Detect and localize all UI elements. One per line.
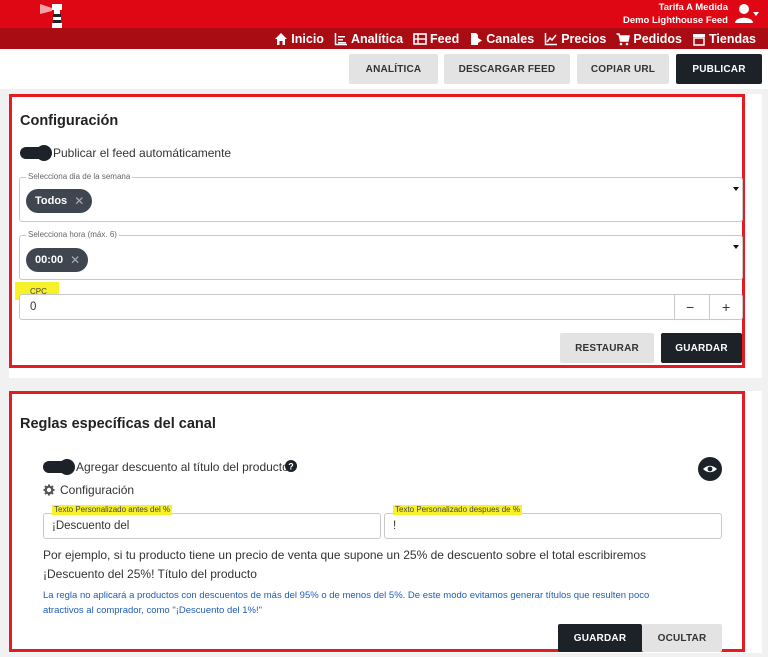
gear-icon bbox=[43, 484, 55, 496]
cpc-value: 0 bbox=[30, 301, 37, 313]
chevron-down-icon[interactable] bbox=[733, 245, 739, 249]
nav-label: Canales bbox=[486, 31, 535, 46]
copy-url-button[interactable]: COPIAR URL bbox=[577, 54, 669, 84]
rule-note-line: La regla no aplicará a productos con des… bbox=[43, 590, 650, 601]
highlight-box bbox=[9, 94, 745, 368]
nav-analitica[interactable]: Analítica bbox=[334, 32, 403, 46]
save-config-button[interactable]: GUARDAR bbox=[661, 333, 742, 363]
hide-button[interactable]: OCULTAR bbox=[642, 624, 722, 652]
analitica-button[interactable]: ANALÍTICA bbox=[349, 54, 438, 84]
nav-label: Pedidos bbox=[633, 31, 682, 46]
feed-icon bbox=[413, 32, 427, 45]
chip-remove-icon[interactable]: ✕ bbox=[70, 253, 80, 267]
download-feed-button[interactable]: DESCARGAR FEED bbox=[444, 54, 570, 84]
account-company: Tarifa A Medida bbox=[658, 2, 728, 13]
home-icon bbox=[275, 32, 288, 45]
rules-config-label: Configuración bbox=[60, 483, 135, 497]
discount-label: Agregar descuento al título del producto bbox=[76, 460, 289, 474]
nav-label: Analítica bbox=[350, 31, 404, 46]
nav-label: Precios bbox=[561, 31, 607, 46]
before-text-value: ¡Descuento del bbox=[52, 520, 130, 532]
help-icon[interactable]: ? bbox=[285, 460, 297, 472]
discount-toggle[interactable] bbox=[43, 459, 75, 475]
rules-title: Reglas específicas del canal bbox=[20, 416, 216, 432]
cpc-field[interactable]: CPC 0 − + bbox=[19, 287, 743, 320]
restore-button[interactable]: RESTAURAR bbox=[560, 333, 654, 363]
day-select-label: Selecciona dia de la semana bbox=[26, 172, 133, 182]
autopublish-toggle[interactable] bbox=[20, 145, 52, 161]
svg-text:?: ? bbox=[288, 461, 294, 471]
after-text-label: Texto Personalizado despues de % bbox=[393, 505, 522, 515]
action-bar: ANALÍTICA DESCARGAR FEED COPIAR URL PUBL… bbox=[0, 49, 768, 89]
nav-tiendas[interactable]: Tiendas bbox=[692, 32, 756, 46]
nav-feed[interactable]: Feed bbox=[413, 32, 459, 46]
hour-chip: 00:00 ✕ bbox=[26, 248, 89, 272]
after-text-value: ! bbox=[393, 520, 397, 532]
rule-note-line: atractivos al comprador, como "¡Descuent… bbox=[43, 605, 263, 616]
day-chip: Todos ✕ bbox=[26, 189, 93, 213]
hour-chip-label: 00:00 bbox=[35, 254, 64, 266]
account-store: Demo Lighthouse Feed bbox=[622, 15, 728, 26]
account-info[interactable]: Tarifa A Medida Demo Lighthouse Feed bbox=[623, 1, 728, 27]
nav-precios[interactable]: Precios bbox=[544, 32, 606, 46]
prices-icon bbox=[544, 32, 558, 45]
lighthouse-logo[interactable] bbox=[40, 0, 70, 28]
nav-label: Feed bbox=[430, 31, 460, 46]
hour-select[interactable]: Selecciona hora (máx. 6) 00:00 ✕ bbox=[19, 230, 743, 280]
store-icon bbox=[692, 33, 705, 46]
nav-label: Inicio bbox=[291, 31, 324, 46]
before-text-label: Texto Personalizado antes del % bbox=[52, 505, 173, 515]
autopublish-label: Publicar el feed automáticamente bbox=[53, 146, 232, 160]
chevron-down-icon[interactable] bbox=[733, 187, 739, 191]
nav-inicio[interactable]: Inicio bbox=[274, 32, 324, 46]
nav-label: Tiendas bbox=[708, 31, 756, 46]
cart-icon bbox=[616, 32, 631, 45]
before-text-field[interactable]: Texto Personalizado antes del % ¡Descuen… bbox=[43, 505, 381, 539]
visibility-icon[interactable] bbox=[698, 457, 722, 481]
nav-pedidos[interactable]: Pedidos bbox=[616, 32, 682, 46]
cpc-increment-button[interactable]: + bbox=[722, 299, 730, 315]
publish-button[interactable]: PUBLICAR bbox=[676, 54, 762, 84]
cpc-label: CPC bbox=[30, 287, 47, 296]
cpc-decrement-button[interactable]: − bbox=[686, 299, 694, 315]
example-text: Por ejemplo, si tu producto tiene un pre… bbox=[43, 548, 647, 562]
day-select[interactable]: Selecciona dia de la semana Todos ✕ bbox=[19, 172, 743, 222]
rule-note: La regla no aplicará a productos con des… bbox=[43, 588, 649, 618]
save-rules-button[interactable]: GUARDAR bbox=[558, 624, 642, 652]
main-navigation: Inicio Analítica Feed Canales Precios Pe… bbox=[0, 28, 768, 49]
after-text-field[interactable]: Texto Personalizado despues de % ! bbox=[384, 505, 722, 539]
channels-icon bbox=[471, 32, 483, 45]
nav-canales[interactable]: Canales bbox=[469, 32, 534, 46]
chip-remove-icon[interactable]: ✕ bbox=[74, 194, 84, 208]
day-chip-label: Todos bbox=[35, 195, 68, 207]
config-title: Configuración bbox=[20, 113, 119, 129]
hour-select-label: Selecciona hora (máx. 6) bbox=[26, 230, 119, 240]
top-bar: Tarifa A Medida Demo Lighthouse Feed bbox=[0, 0, 768, 28]
example-text: ¡Descuento del 25%! Título del producto bbox=[43, 567, 257, 581]
analytics-icon bbox=[334, 32, 347, 45]
user-menu-icon[interactable] bbox=[734, 3, 760, 25]
